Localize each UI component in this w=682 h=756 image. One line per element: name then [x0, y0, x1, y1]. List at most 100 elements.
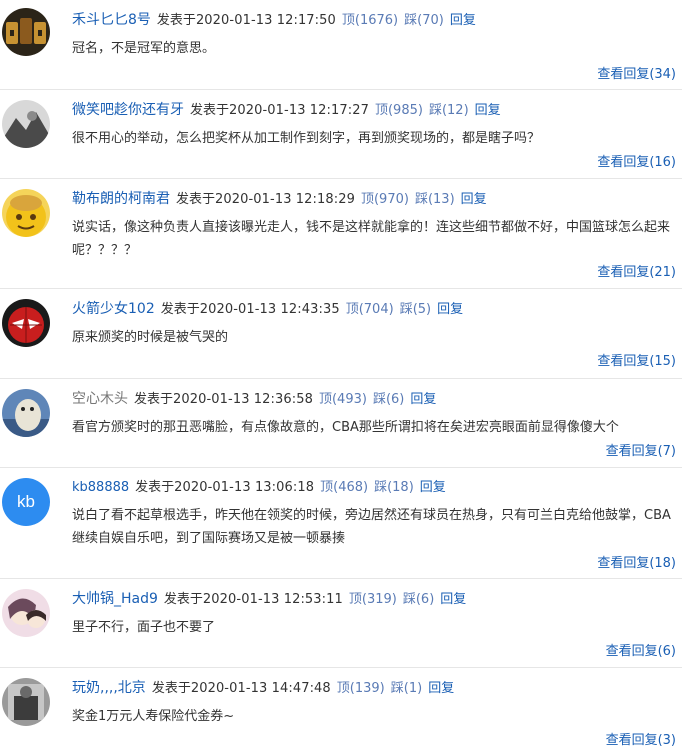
avatar-image — [2, 589, 50, 637]
post-time: 2020-01-13 12:18:29 — [215, 192, 355, 207]
post-time: 2020-01-13 12:17:50 — [195, 13, 336, 28]
comment-item: 禾斗匕匕8号 发表于2020-01-13 12:17:50 顶(1676) 踩(70)… — [0, 0, 682, 90]
reply-button[interactable]: 回复 — [437, 302, 463, 317]
downvote-button[interactable]: 踩(1) — [391, 681, 422, 696]
post-time: 2020-01-13 12:17:27 — [229, 103, 369, 118]
downvote-button[interactable]: 踩(12) — [429, 103, 469, 118]
comment-item: 空心木头 发表于2020-01-13 12:36:58 顶(493) 踩(6) 回复 看… — [0, 379, 682, 468]
reply-button[interactable]: 回复 — [475, 103, 501, 118]
comment-body: 微笑吧趁你还有牙 发表于2020-01-13 12:17:27 顶(985) 踩(12… — [72, 100, 678, 150]
upvote-button[interactable]: 顶(319) — [349, 592, 397, 607]
upvote-button[interactable]: 顶(468) — [320, 480, 368, 495]
view-replies-link[interactable]: 查看回复(3) — [606, 731, 676, 751]
downvote-button[interactable]: 踩(6) — [373, 392, 404, 407]
username-link[interactable]: 空心木头 — [72, 391, 128, 407]
comment-body: 禾斗匕匕8号 发表于2020-01-13 12:17:50 顶(1676) 踩(70)… — [72, 10, 678, 60]
comment-body: 玩奶,,,,北京 发表于2020-01-13 14:47:48 顶(139) 踩(1)… — [72, 678, 678, 728]
comment-text: 原来颁奖的时候是被气哭的 — [72, 330, 229, 345]
comment-meta: 大帅锅_Had9 发表于2020-01-13 12:53:11 顶(319) 踩(6)… — [72, 589, 678, 610]
comment-text: 奖金1万元人寿保险代金券~ — [72, 709, 235, 724]
reply-button[interactable]: 回复 — [420, 480, 446, 495]
post-time: 2020-01-13 12:43:35 — [199, 302, 340, 317]
posted-label: 发表于 — [190, 103, 230, 118]
view-replies-link[interactable]: 查看回复(16) — [597, 153, 676, 173]
comment-text: 里子不行，面子也不要了 — [72, 620, 216, 635]
username-link[interactable]: 禾斗匕匕8号 — [72, 12, 151, 28]
upvote-button[interactable]: 顶(970) — [361, 192, 409, 207]
posted-label: 发表于 — [163, 592, 203, 607]
user-avatar[interactable] — [2, 189, 50, 237]
view-replies-link[interactable]: 查看回复(18) — [597, 554, 676, 574]
comment-meta: 禾斗匕匕8号 发表于2020-01-13 12:17:50 顶(1676) 踩(70)… — [72, 10, 678, 31]
posted-label: 发表于 — [176, 192, 216, 207]
comment-meta: kb88888 发表于2020-01-13 13:06:18 顶(468) 踩(18)… — [72, 478, 678, 498]
avatar-image — [2, 389, 50, 437]
view-replies-link[interactable]: 查看回复(6) — [606, 642, 676, 662]
upvote-button[interactable]: 顶(1676) — [342, 13, 398, 28]
user-avatar[interactable] — [2, 389, 50, 437]
comment-text: 很不用心的举动，怎么把奖杯从加工制作到刻字，再到颁奖现场的，都是瞎子吗？ — [72, 131, 541, 146]
view-replies-link[interactable]: 查看回复(7) — [606, 442, 676, 462]
comment-body: 勒布朗的柯南君 发表于2020-01-13 12:18:29 顶(970) 踩(13)… — [72, 189, 678, 262]
username-link[interactable]: kb88888 — [72, 480, 129, 495]
comment-text: 说实话，像这种负责人直接该曝光走人，钱不是这样就能拿的！连这些细节都做不好，中国… — [72, 220, 671, 258]
comment-meta: 勒布朗的柯南君 发表于2020-01-13 12:18:29 顶(970) 踩(13)… — [72, 189, 678, 210]
avatar-image — [2, 299, 50, 347]
comment-body: 火箭少女102 发表于2020-01-13 12:43:35 顶(704) 踩(5) 回… — [72, 299, 678, 349]
user-avatar[interactable] — [2, 299, 50, 347]
downvote-button[interactable]: 踩(18) — [374, 480, 414, 495]
post-time: 2020-01-13 12:36:58 — [173, 392, 313, 407]
comment-list: 禾斗匕匕8号 发表于2020-01-13 12:17:50 顶(1676) 踩(70)… — [0, 0, 682, 756]
view-replies-link[interactable]: 查看回复(34) — [597, 65, 676, 85]
username-link[interactable]: 火箭少女102 — [72, 301, 155, 317]
post-time: 2020-01-13 14:47:48 — [190, 681, 331, 696]
comment-item: 勒布朗的柯南君 发表于2020-01-13 12:18:29 顶(970) 踩(13)… — [0, 179, 682, 289]
comment-meta: 空心木头 发表于2020-01-13 12:36:58 顶(493) 踩(6) 回复 — [72, 389, 678, 410]
comment-item: 玩奶,,,,北京 发表于2020-01-13 14:47:48 顶(139) 踩(1)… — [0, 668, 682, 756]
username-link[interactable]: 微笑吧趁你还有牙 — [72, 102, 184, 118]
downvote-button[interactable]: 踩(13) — [415, 192, 455, 207]
post-time: 2020-01-13 12:53:11 — [202, 592, 343, 607]
upvote-button[interactable]: 顶(985) — [375, 103, 423, 118]
posted-label: 发表于 — [151, 681, 191, 696]
comment-text: 看官方颁奖时的那丑恶嘴脸，有点像故意的，CBA那些所谓扣将在矣进宏亮眼面前显得像… — [72, 420, 619, 435]
upvote-button[interactable]: 顶(139) — [337, 681, 385, 696]
posted-label: 发表于 — [135, 480, 175, 495]
comment-text: 冠名，不是冠军的意思。 — [72, 41, 216, 56]
reply-button[interactable]: 回复 — [410, 392, 436, 407]
avatar-image — [2, 8, 50, 56]
comment-item: 微笑吧趁你还有牙 发表于2020-01-13 12:17:27 顶(985) 踩(12… — [0, 90, 682, 179]
posted-label: 发表于 — [156, 13, 196, 28]
comment-item: 火箭少女102 发表于2020-01-13 12:43:35 顶(704) 踩(5) 回… — [0, 289, 682, 379]
user-avatar[interactable] — [2, 8, 50, 56]
user-avatar[interactable] — [2, 678, 50, 726]
view-replies-link[interactable]: 查看回复(21) — [597, 263, 676, 283]
comment-meta: 玩奶,,,,北京 发表于2020-01-13 14:47:48 顶(139) 踩(1)… — [72, 678, 678, 699]
comment-item: kb kb88888 发表于2020-01-13 13:06:18 顶(468) 踩(… — [0, 468, 682, 579]
comment-body: kb88888 发表于2020-01-13 13:06:18 顶(468) 踩(18)… — [72, 478, 678, 550]
view-replies-link[interactable]: 查看回复(15) — [597, 352, 676, 372]
downvote-button[interactable]: 踩(5) — [400, 302, 431, 317]
reply-button[interactable]: 回复 — [450, 13, 476, 28]
downvote-button[interactable]: 踩(6) — [403, 592, 434, 607]
username-link[interactable]: 勒布朗的柯南君 — [72, 191, 170, 207]
comment-meta: 火箭少女102 发表于2020-01-13 12:43:35 顶(704) 踩(5) 回… — [72, 299, 678, 320]
avatar-image — [2, 189, 50, 237]
username-link[interactable]: 大帅锅_Had9 — [72, 591, 158, 607]
user-avatar[interactable] — [2, 589, 50, 637]
upvote-button[interactable]: 顶(493) — [319, 392, 367, 407]
comment-meta: 微笑吧趁你还有牙 发表于2020-01-13 12:17:27 顶(985) 踩(12… — [72, 100, 678, 121]
reply-button[interactable]: 回复 — [428, 681, 454, 696]
user-avatar[interactable] — [2, 100, 50, 148]
avatar-initials: kb — [17, 492, 35, 511]
downvote-button[interactable]: 踩(70) — [404, 13, 444, 28]
upvote-button[interactable]: 顶(704) — [346, 302, 394, 317]
reply-button[interactable]: 回复 — [440, 592, 466, 607]
comment-body: 空心木头 发表于2020-01-13 12:36:58 顶(493) 踩(6) 回复 看… — [72, 389, 678, 439]
username-link[interactable]: 玩奶,,,,北京 — [72, 680, 146, 696]
comment-text: 说白了看不起草根选手，昨天他在领奖的时候，旁边居然还有球员在热身，只有可兰白克给… — [72, 508, 671, 546]
reply-button[interactable]: 回复 — [461, 192, 487, 207]
user-avatar[interactable]: kb — [2, 478, 50, 526]
post-time: 2020-01-13 13:06:18 — [174, 480, 315, 495]
posted-label: 发表于 — [134, 392, 174, 407]
